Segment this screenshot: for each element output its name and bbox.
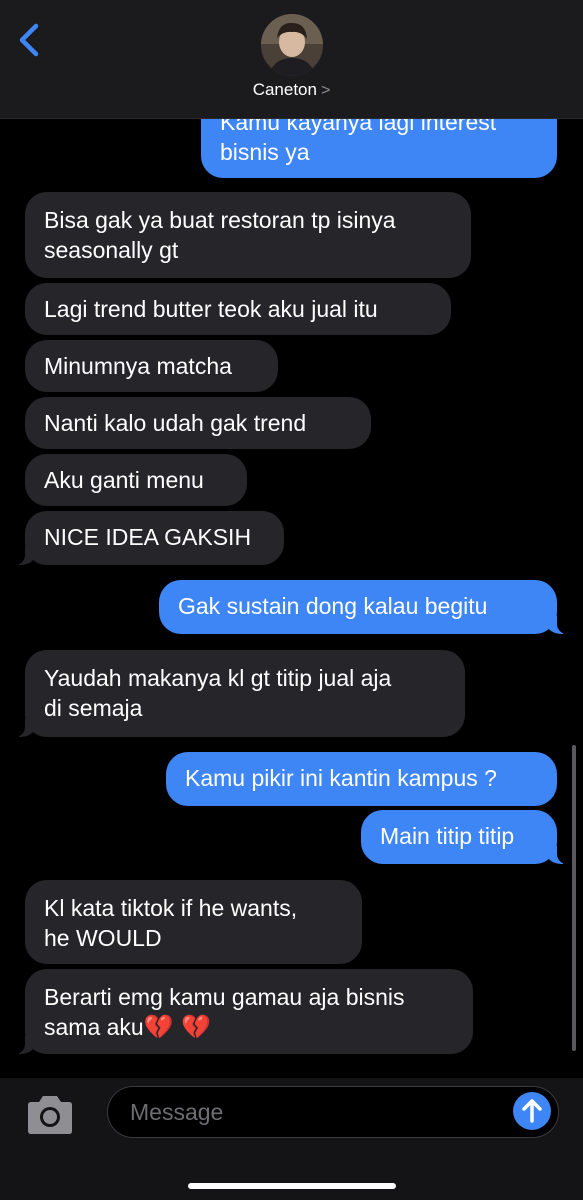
message-line: sama aku💔 💔: [44, 1012, 454, 1042]
message-bubble-incoming[interactable]: Minumnya matcha: [25, 340, 278, 392]
message-line: Bisa gak ya buat restoran tp isinya: [44, 207, 396, 233]
message-bubble-incoming[interactable]: Berarti emg kamu gamau aja bisnis sama a…: [15, 969, 473, 1054]
message-bubble-outgoing[interactable]: Main titip titip: [361, 810, 567, 864]
chevron-right-icon: >: [320, 82, 331, 99]
send-button[interactable]: [513, 1092, 551, 1130]
message-bubble-incoming[interactable]: Lagi trend butter teok aku jual itu: [25, 283, 451, 335]
home-indicator[interactable]: [188, 1183, 396, 1189]
message-bubble-incoming[interactable]: Yaudah makanya kl gt titip jual aja di s…: [15, 650, 465, 737]
message-line: Berarti emg kamu gamau aja bisnis: [44, 984, 405, 1010]
message-line: Aku ganti menu: [44, 467, 204, 493]
camera-icon: [28, 1096, 72, 1134]
message-line: Kl kata tiktok if he wants,: [44, 895, 298, 921]
camera-button[interactable]: [24, 1093, 76, 1137]
message-line: Main titip titip: [380, 823, 515, 849]
arrow-up-icon: [522, 1099, 542, 1123]
message-input-container[interactable]: [107, 1086, 559, 1138]
avatar[interactable]: [261, 14, 323, 76]
conversation-header: Caneton >: [0, 0, 583, 119]
message-text: sama aku: [44, 1014, 144, 1040]
message-line: Lagi trend butter teok aku jual itu: [44, 296, 378, 322]
message-input[interactable]: [128, 1087, 502, 1138]
message-bubble-incoming[interactable]: Kl kata tiktok if he wants, he WOULD: [25, 880, 362, 964]
message-line: Yaudah makanya kl gt titip jual aja: [44, 665, 392, 691]
message-bubble-incoming[interactable]: Nanti kalo udah gak trend: [25, 397, 371, 449]
message-line: he WOULD: [44, 925, 162, 951]
message-thread[interactable]: Kamu kayanya lagi interest bisnis ya Bis…: [0, 0, 583, 1078]
message-line: Nanti kalo udah gak trend: [44, 410, 307, 436]
message-composer: [0, 1078, 583, 1200]
contact-name: Caneton: [252, 80, 317, 99]
message-bubble-incoming[interactable]: Bisa gak ya buat restoran tp isinya seas…: [25, 192, 471, 278]
message-bubble-incoming[interactable]: NICE IDEA GAKSIH: [15, 511, 284, 565]
back-button[interactable]: [14, 22, 46, 58]
message-bubble-outgoing[interactable]: Kamu pikir ini kantin kampus ?: [166, 752, 557, 806]
message-line: di semaja: [44, 695, 143, 721]
message-line: bisnis ya: [220, 139, 310, 165]
scrollbar[interactable]: [572, 745, 576, 1051]
message-bubble-outgoing[interactable]: Gak sustain dong kalau begitu: [159, 580, 567, 634]
message-line: NICE IDEA GAKSIH: [44, 524, 252, 550]
message-line: Gak sustain dong kalau begitu: [178, 593, 488, 619]
contact-name-button[interactable]: Caneton >: [0, 80, 583, 100]
chevron-left-icon: [19, 23, 39, 57]
message-line: Minumnya matcha: [44, 353, 232, 379]
message-bubble-incoming[interactable]: Aku ganti menu: [25, 454, 247, 506]
message-line: seasonally gt: [44, 237, 179, 263]
message-line: Kamu pikir ini kantin kampus ?: [185, 765, 497, 791]
broken-heart-emoji: 💔 💔: [143, 1013, 212, 1041]
avatar-image: [261, 14, 323, 76]
